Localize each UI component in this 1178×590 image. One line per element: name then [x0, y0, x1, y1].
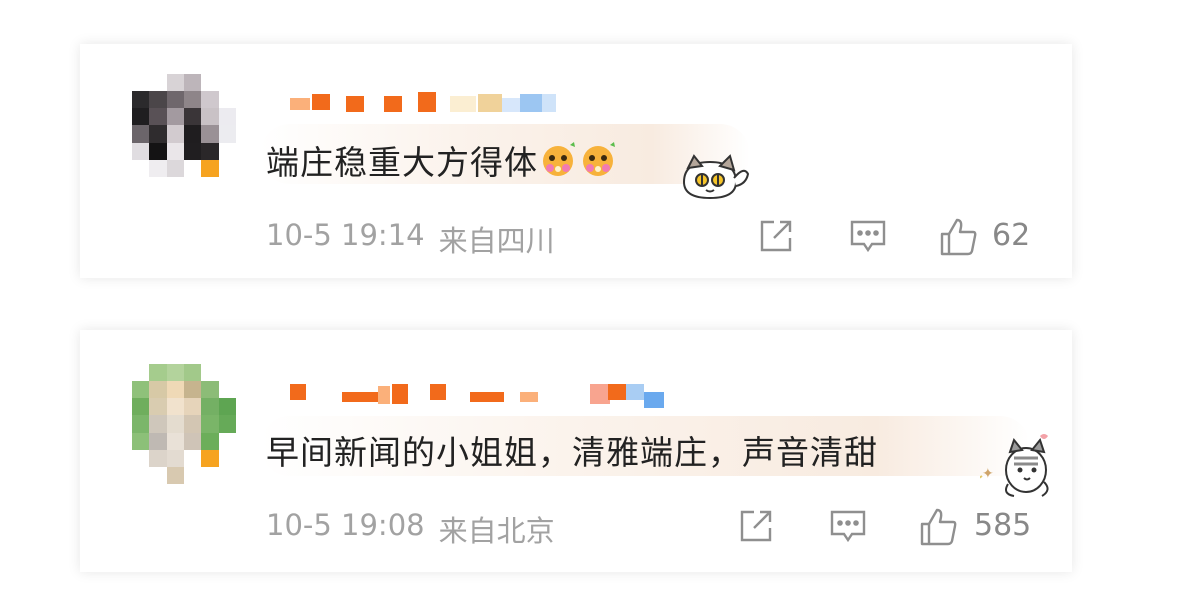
comment-card: 早间新闻的小姐姐，清雅端庄，声音清甜 ✦ 10-5 19:08 来自北京 585	[80, 330, 1072, 572]
comment-meta: 10-5 19:14 来自四川	[266, 218, 555, 260]
cat-sticker: ✦	[941, 430, 1060, 504]
comment-card: 端庄稳重大方得体 10-5 19:14 来自四川 62	[80, 44, 1072, 278]
username-pixelated[interactable]	[290, 382, 664, 408]
flower-cheeks-emoji	[580, 141, 618, 179]
share-icon[interactable]	[736, 506, 776, 550]
comment-icon[interactable]	[828, 506, 868, 550]
timestamp: 10-5 19:14	[266, 218, 425, 252]
location: 来自四川	[438, 224, 555, 258]
svg-text:✦: ✦	[982, 466, 994, 482]
location: 来自北京	[438, 514, 555, 548]
share-icon[interactable]	[756, 216, 796, 260]
timestamp: 10-5 19:08	[266, 508, 425, 542]
comment-text-row: 端庄稳重大方得体	[266, 136, 618, 184]
comment-icon[interactable]	[848, 216, 888, 260]
avatar[interactable]	[132, 74, 236, 194]
username-pixelated[interactable]	[290, 92, 560, 118]
flower-cheeks-emoji	[540, 141, 578, 179]
like-count: 62	[992, 218, 1031, 253]
avatar[interactable]	[132, 364, 236, 484]
like-icon[interactable]	[918, 506, 960, 552]
like-icon[interactable]	[938, 216, 980, 262]
comment-meta: 10-5 19:08 来自北京	[266, 508, 555, 550]
comment-text: 端庄稳重大方得体	[266, 143, 538, 182]
cat-sticker	[676, 148, 756, 208]
comment-text: 早间新闻的小姐姐，清雅端庄，声音清甜	[266, 433, 878, 472]
comment-text-row: 早间新闻的小姐姐，清雅端庄，声音清甜	[266, 426, 878, 474]
like-count: 585	[974, 508, 1032, 543]
